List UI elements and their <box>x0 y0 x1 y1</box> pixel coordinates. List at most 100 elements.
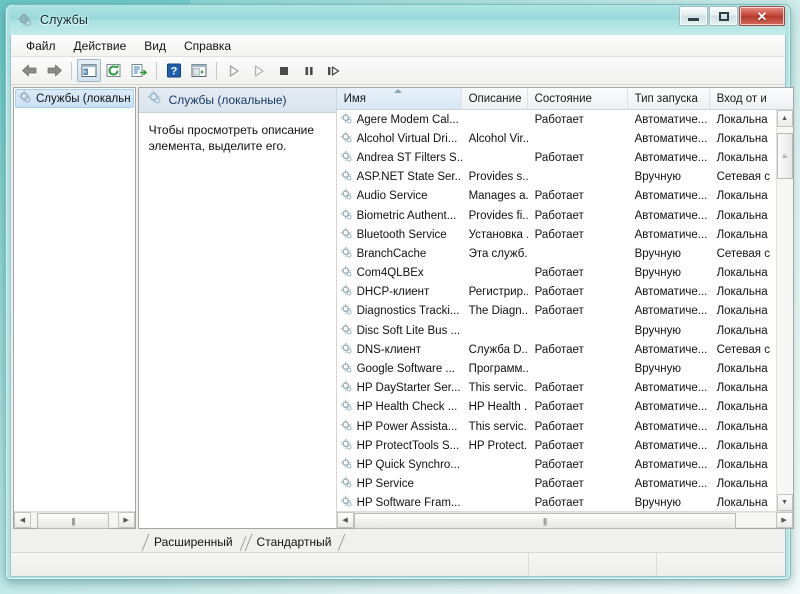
vscroll-track[interactable]: ≡ <box>777 127 793 494</box>
stop-service-button[interactable] <box>272 59 296 82</box>
column-header-status[interactable]: Состояние <box>528 88 628 109</box>
table-row[interactable]: HP Software Fram...РаботаетВручнуюЛокаль… <box>337 494 776 511</box>
tabs: Расширенный Стандартный <box>137 531 344 552</box>
cell-name: Agere Modem Cal... <box>337 112 462 128</box>
gear-icon <box>340 227 353 243</box>
table-row[interactable]: Agere Modem Cal...РаботаетАвтоматиче...Л… <box>337 110 776 129</box>
service-name-label: HP Quick Synchro... <box>357 459 460 471</box>
help-button[interactable]: ? <box>162 59 186 82</box>
cell-name: Disc Soft Lite Bus ... <box>337 323 462 339</box>
table-row[interactable]: Google Software ...Программ...ВручнуюЛок… <box>337 359 776 378</box>
scroll-right-arrow-icon[interactable]: ▶ <box>118 512 135 528</box>
cell-description: Provides s... <box>462 171 528 183</box>
cell-name: HP DayStarter Ser... <box>337 380 462 396</box>
cell-startup: Автоматиче... <box>628 133 710 145</box>
list-rows[interactable]: Agere Modem Cal...РаботаетАвтоматиче...Л… <box>337 110 776 511</box>
scroll-down-arrow-icon[interactable]: ▼ <box>777 494 793 511</box>
cell-startup: Автоматиче... <box>628 229 710 241</box>
cell-logon: Локальнa <box>710 267 776 279</box>
cell-description: Служба D... <box>462 344 528 356</box>
cell-logon: Локальнa <box>710 459 776 471</box>
tree-item-services-local[interactable]: Службы (локальн <box>15 89 134 108</box>
service-name-label: HP Power Assista... <box>357 421 458 433</box>
tab-edge-left <box>244 534 252 551</box>
cell-startup: Вручную <box>628 267 710 279</box>
cell-name: HP Power Assista... <box>337 419 462 435</box>
cell-status: Работает <box>528 229 628 241</box>
pause-service-button[interactable] <box>297 59 321 82</box>
list-hscroll-thumb[interactable]: ||| <box>354 513 736 529</box>
column-header-label: Тип запуска <box>635 93 698 105</box>
table-row[interactable]: HP ProtectTools S...HP Protect...Работае… <box>337 436 776 455</box>
table-row[interactable]: Bluetooth ServiceУстановка ...РаботаетАв… <box>337 225 776 244</box>
cell-description: Provides fi... <box>462 210 528 222</box>
back-button[interactable] <box>17 59 41 82</box>
menu-view[interactable]: Вид <box>135 37 175 55</box>
table-row[interactable]: Diagnostics Tracki...The Diagn...Работае… <box>337 302 776 321</box>
tab-extended[interactable]: Расширенный <box>143 533 246 552</box>
menu-action[interactable]: Действие <box>65 37 136 55</box>
restart-service-button[interactable] <box>247 59 271 82</box>
table-row[interactable]: HP DayStarter Ser...This servic...Работа… <box>337 379 776 398</box>
scroll-left-arrow-icon[interactable]: ◀ <box>14 512 31 528</box>
tree-hscroll-thumb[interactable]: ||| <box>37 513 109 529</box>
table-row[interactable]: HP ServiceРаботаетАвтоматиче...Локальнa <box>337 475 776 494</box>
gear-icon <box>340 169 353 185</box>
column-header-name[interactable]: Имя <box>337 88 462 109</box>
table-row[interactable]: Andrea ST Filters S...РаботаетАвтоматиче… <box>337 148 776 167</box>
list-header-row: Имя Описание Состояние Тип запуска <box>337 88 793 110</box>
scroll-left-arrow-icon[interactable]: ◀ <box>337 512 354 528</box>
show-tree-pane-button[interactable] <box>77 59 101 82</box>
menu-file[interactable]: Файл <box>17 37 65 55</box>
forward-button[interactable] <box>42 59 66 82</box>
list-vertical-scrollbar[interactable]: ▲ ≡ ▼ <box>776 110 793 511</box>
table-row[interactable]: Com4QLBExРаботаетВручнуюЛокальнa <box>337 264 776 283</box>
service-name-label: Agere Modem Cal... <box>357 114 459 126</box>
minimize-button[interactable] <box>679 6 708 26</box>
table-row[interactable]: DNS-клиентСлужба D...РаботаетАвтоматиче.… <box>337 340 776 359</box>
cell-startup: Автоматиче... <box>628 286 710 298</box>
toolbar-separator <box>156 62 157 80</box>
cell-description: HP Health ... <box>462 401 528 413</box>
table-row[interactable]: HP Power Assista...This servic...Работае… <box>337 417 776 436</box>
list-hscroll-track[interactable]: ||| <box>354 512 776 528</box>
column-header-description[interactable]: Описание <box>462 88 528 109</box>
properties-button[interactable] <box>187 59 211 82</box>
cell-logon: Локальнa <box>710 363 776 375</box>
column-header-startup-type[interactable]: Тип запуска <box>628 88 710 109</box>
menu-help[interactable]: Справка <box>175 37 240 55</box>
cell-status: Работает <box>528 286 628 298</box>
table-row[interactable]: ASP.NET State Ser...Provides s...Вручную… <box>337 168 776 187</box>
title-bar[interactable]: Службы ✕ <box>10 5 786 35</box>
table-row[interactable]: Disc Soft Lite Bus ...ВручнуюЛокальнa <box>337 321 776 340</box>
scroll-up-arrow-icon[interactable]: ▲ <box>777 110 793 127</box>
table-row[interactable]: HP Quick Synchro...РаботаетАвтоматиче...… <box>337 455 776 474</box>
export-list-button[interactable] <box>127 59 151 82</box>
table-row[interactable]: BranchCacheЭта служб...ВручнуюСетевая с <box>337 244 776 263</box>
cell-description: Alcohol Vir... <box>462 133 528 145</box>
gear-icon <box>340 380 353 396</box>
tree-horizontal-scrollbar[interactable]: ◀ ||| ▶ <box>14 511 135 528</box>
start-service-button[interactable] <box>222 59 246 82</box>
maximize-button[interactable] <box>709 6 738 26</box>
tree-hscroll-track[interactable]: ||| <box>31 512 118 528</box>
gear-icon <box>340 438 353 454</box>
refresh-button[interactable] <box>102 59 126 82</box>
cell-startup: Вручную <box>628 248 710 260</box>
window-title: Службы <box>40 13 88 27</box>
tab-edge-left <box>142 534 150 551</box>
close-button[interactable]: ✕ <box>739 6 785 26</box>
tab-standard[interactable]: Стандартный <box>246 533 345 552</box>
column-header-log-on-as[interactable]: Вход от и <box>710 88 776 109</box>
gear-icon <box>340 323 353 339</box>
list-horizontal-scrollbar[interactable]: ◀ ||| ▶ <box>337 511 793 528</box>
service-name-label: Audio Service <box>357 190 428 202</box>
table-row[interactable]: Audio ServiceManages a...РаботаетАвтомат… <box>337 187 776 206</box>
vscroll-thumb[interactable]: ≡ <box>777 133 793 179</box>
table-row[interactable]: Biometric Authent...Provides fi...Работа… <box>337 206 776 225</box>
table-row[interactable]: DHCP-клиентРегистрир...РаботаетАвтоматич… <box>337 283 776 302</box>
resume-service-button[interactable] <box>322 59 346 82</box>
scroll-right-arrow-icon[interactable]: ▶ <box>776 512 793 528</box>
table-row[interactable]: Alcohol Virtual Dri...Alcohol Vir...Авто… <box>337 129 776 148</box>
table-row[interactable]: HP Health Check ...HP Health ...Работает… <box>337 398 776 417</box>
